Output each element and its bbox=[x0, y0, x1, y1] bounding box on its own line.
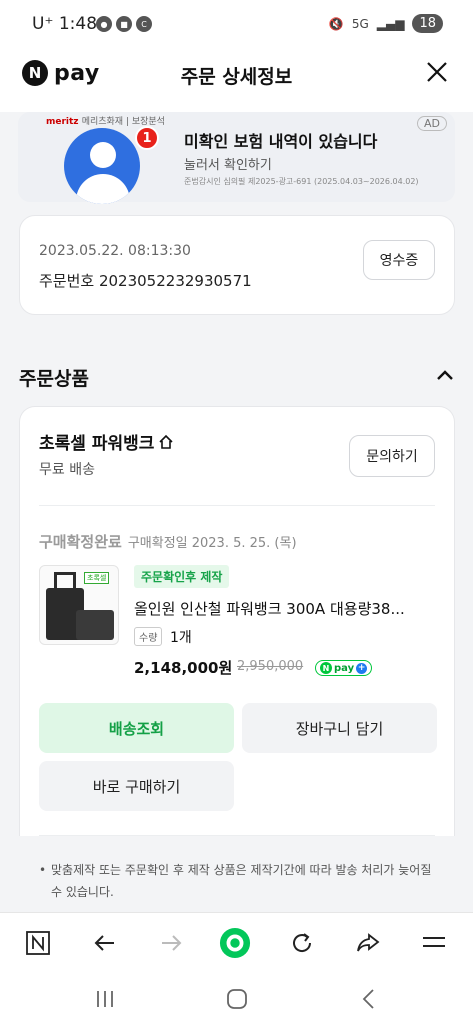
refresh-icon[interactable] bbox=[286, 927, 318, 959]
order-number: 주문번호 2023052232930571 bbox=[39, 272, 252, 290]
teams-icon: ■ bbox=[116, 16, 132, 32]
clock: 1:48 bbox=[58, 14, 98, 34]
ad-fine-print: 준법감시인 심의필 제2025-광고-691 (2025.04.03~2026.… bbox=[184, 177, 419, 186]
talk-icon: ● bbox=[96, 16, 112, 32]
track-delivery-button[interactable]: 배송조회 bbox=[39, 703, 234, 753]
recent-apps-icon[interactable] bbox=[90, 984, 120, 1014]
status-bar: U⁺ 1:48 ● ■ C 🔇 5G ▂▄▆ 18 bbox=[0, 0, 473, 50]
product-card: 초록셀 파워뱅크 무료 배송 문의하기 구매확정완료 구매확정일 2023. 5.… bbox=[19, 406, 455, 899]
chevron-up-icon[interactable] bbox=[435, 366, 455, 386]
divider bbox=[39, 505, 435, 506]
naver-home-icon[interactable] bbox=[22, 927, 54, 959]
ad-tag: AD bbox=[417, 116, 447, 131]
qty-label: 수량 bbox=[134, 627, 163, 646]
green-dot-home-icon[interactable] bbox=[219, 927, 251, 959]
inquiry-button[interactable]: 문의하기 bbox=[349, 435, 435, 477]
notification-badge: 1 bbox=[135, 126, 159, 150]
back-button-icon[interactable] bbox=[354, 984, 384, 1014]
divider bbox=[39, 835, 435, 836]
page-title: 주문 상세정보 bbox=[180, 66, 293, 88]
home-button-icon[interactable] bbox=[222, 984, 252, 1014]
battery-badge: 18 bbox=[412, 14, 443, 33]
original-price: 2,950,000 bbox=[237, 659, 304, 674]
order-datetime: 2023.05.22. 08:13:30 bbox=[39, 243, 191, 259]
home-icon bbox=[159, 434, 173, 449]
carrier-label: U⁺ bbox=[32, 14, 54, 34]
store-name[interactable]: 초록셀 파워뱅크 bbox=[39, 429, 174, 454]
back-arrow-icon[interactable] bbox=[89, 927, 121, 959]
receipt-button[interactable]: 영수증 bbox=[363, 240, 435, 280]
notice-text: 맞춤제작 또는 주문확인 후 제작 상품은 제작기간에 따라 발송 처리가 늦어… bbox=[39, 859, 439, 903]
store-name-text: 초록셀 파워뱅크 bbox=[39, 434, 155, 454]
buy-again-button[interactable]: 바로 구매하기 bbox=[39, 761, 234, 811]
mute-icon: 🔇 bbox=[328, 16, 344, 31]
order-info-card: 2023.05.22. 08:13:30 주문번호 20230522329305… bbox=[19, 215, 455, 315]
npay-plus-badge: N pay + bbox=[315, 660, 373, 676]
plus-icon: + bbox=[356, 662, 368, 674]
browser-toolbar bbox=[0, 912, 473, 972]
thumb-label: 초록셀 bbox=[84, 572, 110, 584]
share-icon[interactable] bbox=[352, 927, 384, 959]
system-navigation-bar bbox=[0, 972, 473, 1024]
user-avatar-icon bbox=[64, 128, 140, 204]
made-to-order-tag: 주문확인후 제작 bbox=[134, 565, 230, 588]
purchase-status: 구매확정완료 구매확정일 2023. 5. 25. (목) bbox=[39, 533, 297, 551]
forward-arrow-icon[interactable] bbox=[155, 927, 187, 959]
close-icon[interactable] bbox=[425, 60, 449, 84]
confirm-date: 구매확정일 2023. 5. 25. (목) bbox=[127, 536, 297, 551]
menu-icon[interactable] bbox=[418, 927, 450, 959]
ad-subtext: 눌러서 확인하기 bbox=[184, 158, 272, 173]
c-icon: C bbox=[136, 16, 152, 32]
shipping-info: 무료 배송 bbox=[39, 462, 95, 478]
network-label: 5G bbox=[351, 16, 369, 31]
system-status: 🔇 5G ▂▄▆ 18 bbox=[329, 14, 443, 33]
ad-banner[interactable]: meritz 메리츠화재 | 보장분석 1 AD 미확인 보험 내역이 있습니다… bbox=[18, 112, 455, 204]
add-to-cart-button[interactable]: 장바구니 담기 bbox=[242, 703, 437, 753]
ad-headline: 미확인 보험 내역이 있습니다 bbox=[184, 132, 378, 151]
app-header: N pay 주문 상세정보 bbox=[0, 50, 473, 112]
npay-badge-text: pay bbox=[334, 662, 355, 674]
qty-value: 1개 bbox=[170, 630, 192, 646]
status-time: U⁺ 1:48 bbox=[32, 14, 97, 34]
product-thumbnail[interactable]: 초록셀 bbox=[39, 565, 119, 645]
notification-icons: ● ■ C bbox=[96, 16, 152, 32]
product-name[interactable]: 올인원 인산철 파워뱅크 300A 대용량38... bbox=[134, 598, 434, 619]
product-price: 2,148,000원 bbox=[134, 659, 233, 677]
section-title: 주문상품 bbox=[19, 368, 89, 390]
npay-n-icon: N bbox=[320, 662, 332, 674]
signal-icon: ▂▄▆ bbox=[376, 16, 405, 31]
